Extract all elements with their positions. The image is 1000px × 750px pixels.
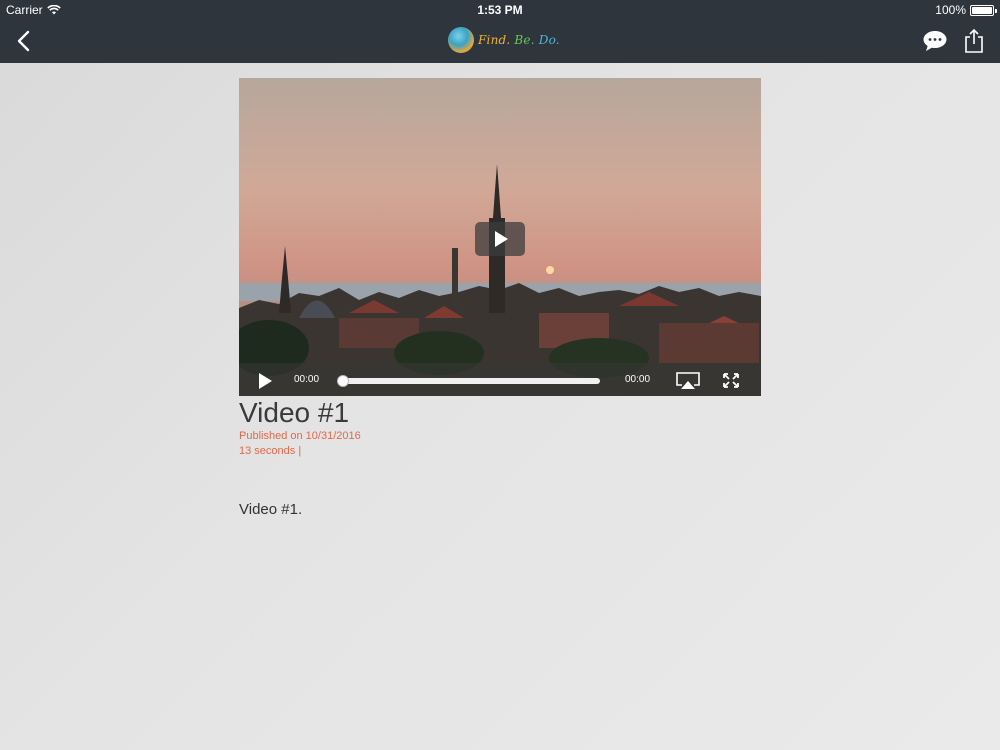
app-logo: Find. Be. Do. <box>448 27 560 53</box>
fullscreen-icon <box>723 373 739 388</box>
big-play-button[interactable] <box>475 222 525 256</box>
duration-time: 00:00 <box>625 374 651 385</box>
share-button[interactable] <box>964 28 984 54</box>
video-controls: 00:00 00:00 <box>239 363 761 396</box>
status-time: 1:53 PM <box>477 3 523 17</box>
current-time: 00:00 <box>294 374 320 385</box>
fullscreen-button[interactable] <box>722 372 740 389</box>
share-icon <box>965 28 983 53</box>
video-length: 13 seconds | <box>239 445 302 457</box>
scrubber-knob[interactable] <box>337 375 349 387</box>
progress-scrubber[interactable] <box>337 375 600 387</box>
play-icon[interactable] <box>259 373 273 389</box>
video-title: Video #1 <box>239 397 350 428</box>
speech-bubble-icon <box>923 31 947 51</box>
back-button[interactable] <box>12 28 36 54</box>
airplay-icon <box>676 372 700 389</box>
status-bar: Carrier 1:53 PM 100% <box>0 0 1000 20</box>
airplay-button[interactable] <box>675 372 701 390</box>
logo-text: Find. Be. Do. <box>478 33 560 47</box>
top-bar: Carrier 1:53 PM 100% Find. Be. Do. <box>0 0 1000 63</box>
comments-button[interactable] <box>922 30 948 52</box>
video-player[interactable]: 00:00 00:00 <box>239 78 761 396</box>
logo-globe-icon <box>448 27 474 53</box>
battery-percent: 100% <box>935 3 966 17</box>
chevron-left-icon <box>17 30 30 52</box>
battery-icon <box>970 4 997 16</box>
video-description: Video #1. <box>239 501 303 518</box>
published-date: Published on 10/31/2016 <box>239 430 361 442</box>
battery-fill <box>972 6 992 14</box>
navigation-bar: Find. Be. Do. <box>0 20 1000 63</box>
